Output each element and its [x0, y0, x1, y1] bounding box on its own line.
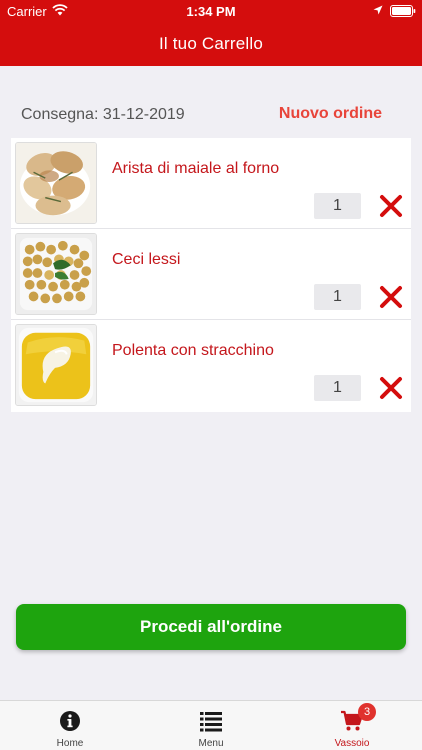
battery-icon [390, 5, 416, 17]
remove-item-icon[interactable] [379, 194, 403, 218]
quantity-field[interactable]: 1 [314, 193, 361, 219]
cart-item: Arista di maiale al forno 1 [11, 138, 411, 229]
quantity-field[interactable]: 1 [314, 375, 361, 401]
item-name: Ceci lessi [112, 251, 181, 268]
new-order-button[interactable]: Nuovo ordine [279, 105, 382, 123]
tab-vassoio[interactable]: Vassoio [282, 701, 422, 750]
quantity-field[interactable]: 1 [314, 284, 361, 310]
location-arrow-icon [373, 5, 383, 15]
cart-item: Ceci lessi 1 [11, 229, 411, 320]
cart-item: Polenta con stracchino 1 [11, 320, 411, 412]
remove-item-icon[interactable] [379, 376, 403, 400]
cart-badge: 3 [358, 703, 376, 721]
cart-list: Arista di maiale al forno 1 Ceci lessi 1… [11, 138, 411, 412]
proceed-to-order-button[interactable]: Procedi all'ordine [16, 604, 406, 650]
roast-pork-photo [15, 142, 97, 224]
tab-menu[interactable]: Menu [141, 701, 281, 750]
tab-label: Home [56, 738, 84, 749]
tab-home[interactable]: Home [0, 701, 140, 750]
item-name: Arista di maiale al forno [112, 160, 280, 177]
delivery-date: Consegna: 31-12-2019 [21, 106, 185, 123]
delivery-row: Consegna: 31-12-2019 Nuovo ordine [0, 104, 422, 128]
item-name: Polenta con stracchino [112, 342, 274, 359]
list-icon [200, 712, 222, 732]
tab-label: Menu [198, 738, 224, 749]
chickpeas-photo [15, 233, 97, 315]
remove-item-icon[interactable] [379, 285, 403, 309]
status-bar: Carrier 1:34 PM [0, 0, 422, 22]
status-time: 1:34 PM [186, 4, 236, 19]
page-title: Il tuo Carrello [158, 34, 264, 53]
tab-label: Vassoio [334, 738, 370, 749]
info-icon [60, 711, 80, 731]
navigation-bar: Carrier 1:34 PM Il tuo Carrello [0, 0, 422, 66]
polenta-photo [15, 324, 97, 406]
